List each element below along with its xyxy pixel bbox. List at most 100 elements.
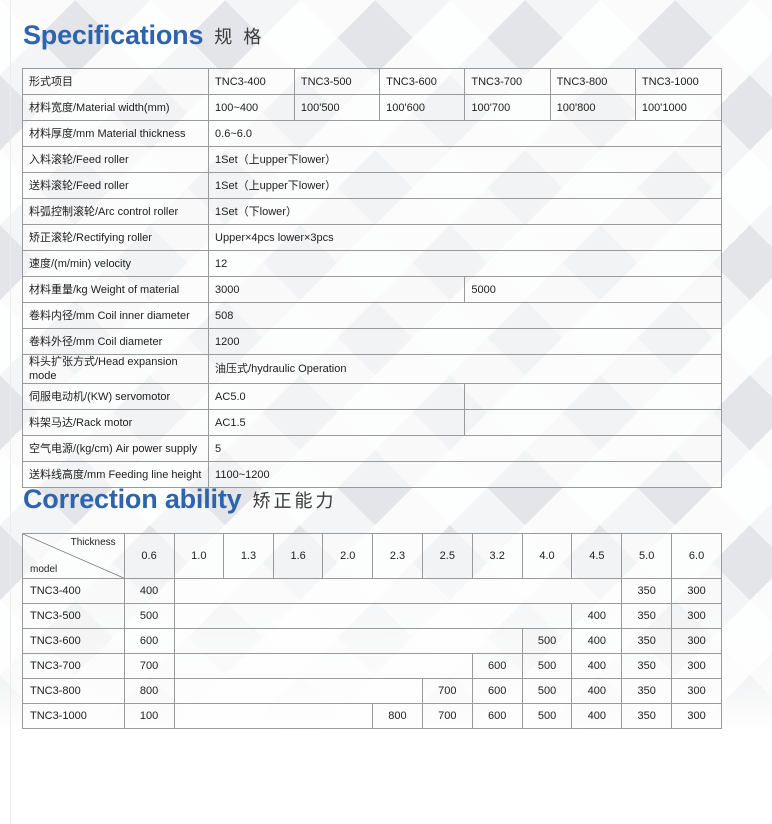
correction-header-row: Thickness model 0.6 1.0 1.3 1.6 2.0 2.3 2.5 3.2 4.…: [22, 533, 722, 579]
correction-value-cell: 800: [123, 678, 175, 704]
specs-row: 料头扩张方式/Head expansion mode 油压式/hydraulic …: [21, 354, 722, 384]
correction-value-cell: 350: [621, 653, 673, 679]
correction-value-cell: 350: [621, 678, 673, 704]
specs-row-label: 伺服电动机/(KW) servomotor: [21, 383, 210, 410]
correction-corner-model-label: model: [30, 564, 58, 575]
correction-value-cell: 600: [471, 653, 523, 679]
specs-row: 伺服电动机/(KW) servomotor AC5.0: [21, 383, 722, 410]
specs-row-value: 100'700: [464, 94, 551, 121]
specs-header-label: 形式项目: [21, 68, 210, 95]
specs-row-value: 508: [208, 302, 722, 329]
correction-value-cell: 300: [671, 628, 722, 654]
correction-thickness-header: 4.5: [571, 533, 623, 579]
specs-row: 料弧控制滚轮/Arc control roller 1Set（下lower）: [21, 198, 722, 225]
specifications-heading-en: Specifications: [23, 20, 204, 50]
correction-thickness-header: 2.3: [372, 533, 423, 579]
correction-value-cell: 300: [671, 678, 722, 704]
specs-row: 空气电源/(kg/cm) Air power supply 5: [21, 435, 722, 462]
correction-row-model: TNC3-700: [22, 653, 125, 679]
specs-row-label: 材料宽度/Material width(mm): [21, 94, 210, 121]
specs-row: 材料厚度/mm Material thickness 0.6~6.0: [21, 120, 722, 147]
specs-row-value: 12: [208, 250, 722, 277]
correction-row-model: TNC3-600: [22, 628, 125, 654]
specs-row: 送料滚轮/Feed roller 1Set（上upper下lower）: [21, 172, 722, 199]
correction-thickness-header: 2.5: [421, 533, 473, 579]
specs-row-label: 空气电源/(kg/cm) Air power supply: [21, 435, 210, 462]
specs-row-value-right: [464, 409, 722, 436]
specs-row-label: 卷料内径/mm Coil inner diameter: [21, 302, 210, 329]
specs-header-model: TNC3-500: [293, 68, 381, 95]
correction-corner-thickness-label: Thickness: [70, 537, 116, 548]
correction-value-cell: 500: [521, 703, 573, 729]
correction-blank-cell: [173, 578, 623, 604]
specs-row-value-right: [464, 383, 722, 410]
specs-row-value: 1Set（下lower）: [208, 198, 722, 225]
correction-value-cell: 400: [571, 703, 623, 729]
correction-blank-cell: [173, 628, 523, 654]
correction-thickness-header: 1.0: [173, 533, 225, 579]
correction-value-cell: 100: [123, 703, 175, 729]
specs-row-label: 料弧控制滚轮/Arc control roller: [21, 198, 210, 225]
specs-row-label: 送料滚轮/Feed roller: [21, 172, 210, 199]
correction-blank-cell: [173, 653, 473, 679]
correction-value-cell: 400: [123, 578, 175, 604]
correction-value-cell: 350: [621, 628, 673, 654]
correction-row: TNC3-500 500 400 350 300: [22, 603, 722, 629]
specs-row-value: 100'800: [549, 94, 636, 121]
correction-value-cell: 350: [621, 703, 673, 729]
correction-thickness-header: 3.2: [471, 533, 523, 579]
correction-value-cell: 800: [372, 703, 423, 729]
correction-value-cell: 600: [471, 678, 523, 704]
specs-header-model: TNC3-600: [379, 68, 466, 95]
specs-row-label: 料头扩张方式/Head expansion mode: [21, 354, 210, 384]
specs-row-label: 矫正滚轮/Rectifying roller: [21, 224, 210, 251]
correction-value-cell: 500: [521, 678, 573, 704]
specifications-table: 形式项目 TNC3-400 TNC3-500 TNC3-600 TNC3-700 TNC3…: [21, 68, 723, 488]
specs-row: 矫正滚轮/Rectifying roller Upper×4pcs lower×3…: [21, 224, 722, 251]
specs-row-value: 1200: [208, 328, 722, 355]
correction-row: TNC3-600 600 500 400 350 300: [22, 628, 722, 654]
specs-row-label: 料架马达/Rack motor: [21, 409, 210, 436]
specs-row-value: 100'600: [379, 94, 466, 121]
specs-row-value: 油压式/hydraulic Operation: [208, 354, 722, 384]
specs-header-model: TNC3-700: [464, 68, 551, 95]
specs-row: 入料滚轮/Feed roller 1Set（上upper下lower）: [21, 146, 722, 173]
correction-thickness-header: 1.3: [223, 533, 274, 579]
correction-value-cell: 600: [123, 628, 175, 654]
specs-header-model: TNC3-400: [208, 68, 295, 95]
correction-value-cell: 700: [421, 678, 473, 704]
correction-thickness-header: 6.0: [671, 533, 722, 579]
correction-ability-heading-en: Correction ability: [23, 484, 242, 514]
specs-row: 卷料外径/mm Coil diameter 1200: [21, 328, 722, 355]
specs-row-label: 速度/(m/min) velocity: [21, 250, 210, 277]
specs-row-value-right: 5000: [464, 276, 722, 303]
correction-value-cell: 400: [571, 653, 623, 679]
correction-ability-table: Thickness model 0.6 1.0 1.3 1.6 2.0 2.3 2.5 3.2 4.…: [22, 533, 722, 729]
specs-row: 料架马达/Rack motor AC1.5: [21, 409, 722, 436]
specs-row-label: 材料厚度/mm Material thickness: [21, 120, 210, 147]
specs-row-value-left: 3000: [208, 276, 466, 303]
correction-value-cell: 350: [621, 578, 673, 604]
specs-header-model: TNC3-800: [549, 68, 636, 95]
correction-row-model: TNC3-500: [22, 603, 125, 629]
page-left-edge-line: [10, 0, 11, 824]
correction-value-cell: 300: [671, 703, 722, 729]
specs-row: 卷料内径/mm Coil inner diameter 508: [21, 302, 722, 329]
specs-row: 材料重量/kg Weight of material 3000 5000: [21, 276, 722, 303]
correction-value-cell: 700: [421, 703, 473, 729]
correction-thickness-header: 0.6: [123, 533, 175, 579]
specs-header-model: TNC3-1000: [634, 68, 723, 95]
specs-row-value: Upper×4pcs lower×3pcs: [208, 224, 722, 251]
correction-row-model: TNC3-800: [22, 678, 125, 704]
correction-blank-cell: [173, 678, 423, 704]
correction-row: TNC3-400 400 350 300: [22, 578, 722, 604]
correction-thickness-header: 5.0: [621, 533, 673, 579]
correction-value-cell: 500: [123, 603, 175, 629]
correction-value-cell: 300: [671, 603, 722, 629]
correction-row-model: TNC3-400: [22, 578, 125, 604]
correction-value-cell: 500: [521, 653, 573, 679]
specs-row: 材料宽度/Material width(mm) 100~400 100'500 100…: [21, 94, 723, 121]
correction-value-cell: 600: [471, 703, 523, 729]
specs-row-value: 100'500: [293, 94, 381, 121]
specifications-heading-zh: 规 格: [214, 26, 265, 47]
